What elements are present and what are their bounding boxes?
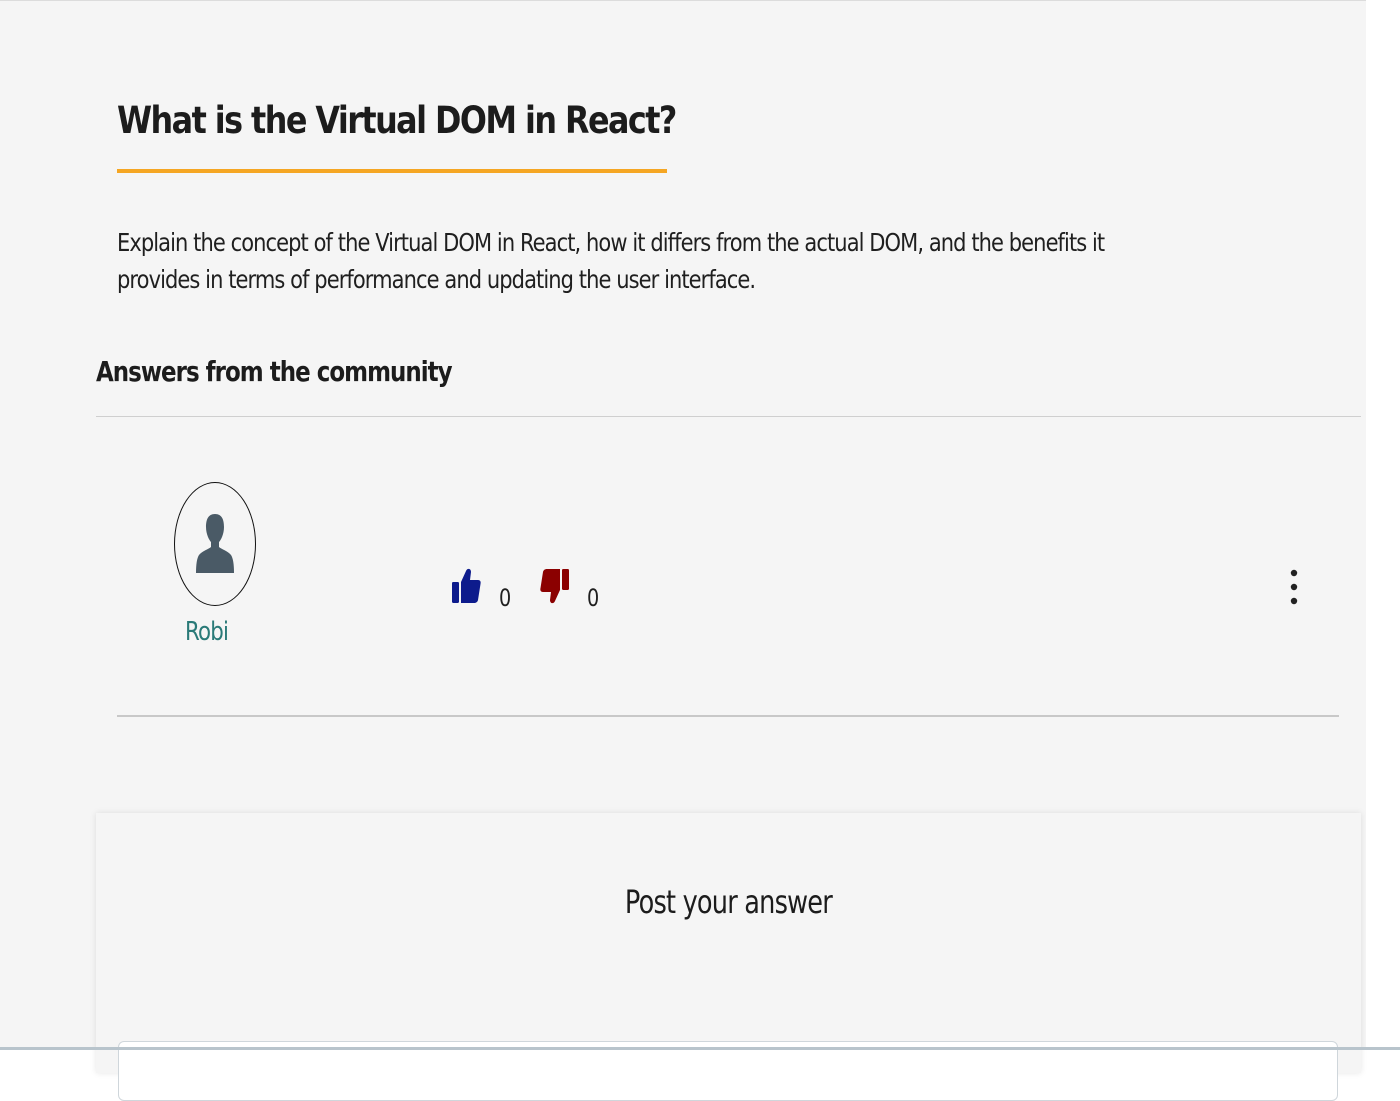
more-options-button[interactable] (1282, 567, 1306, 607)
answer-editor[interactable] (118, 1041, 1338, 1101)
upvote-button[interactable] (451, 567, 481, 605)
downvote-button[interactable] (540, 567, 570, 605)
downvote-count: 0 (587, 584, 600, 612)
avatar[interactable] (174, 482, 256, 606)
user-silhouette-icon (196, 514, 234, 573)
answer-divider (117, 715, 1339, 717)
upvote-count: 0 (499, 584, 512, 612)
thumbs-up-icon (452, 568, 481, 603)
post-answer-card: Post your answer (96, 813, 1361, 1101)
answers-heading: Answers from the community (96, 355, 453, 388)
question-body: Explain the concept of the Virtual DOM i… (117, 228, 1105, 294)
post-answer-heading-text: Post your answer (624, 883, 833, 921)
author-name[interactable]: Robi (185, 617, 229, 647)
answers-divider (96, 416, 1361, 417)
more-vertical-icon (1290, 569, 1298, 605)
question-title: What is the Virtual DOM in React? (117, 99, 677, 142)
right-gutter (1366, 0, 1400, 1050)
thumbs-down-icon (540, 569, 569, 604)
post-answer-heading: Post your answer (96, 883, 1361, 921)
page: What is the Virtual DOM in React? Explai… (0, 0, 1366, 1101)
title-underline (117, 169, 667, 173)
